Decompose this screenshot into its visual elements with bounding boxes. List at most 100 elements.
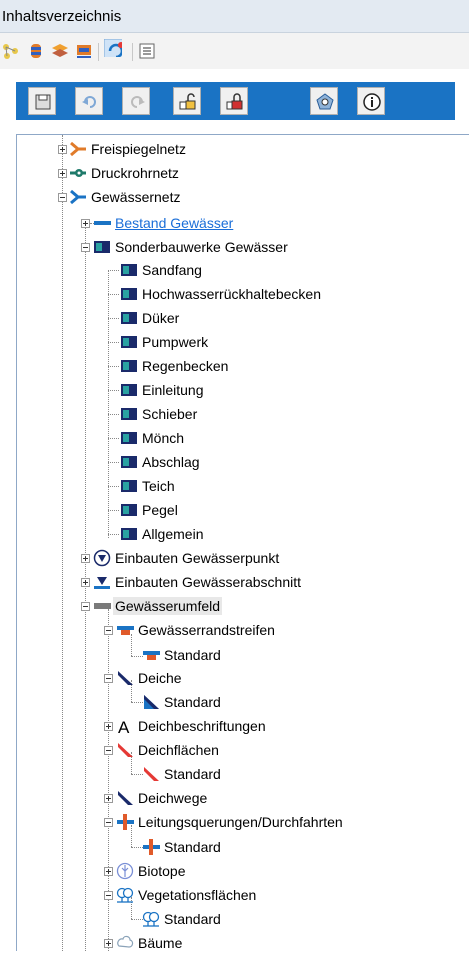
- node-label: Sonderbauwerke Gewässer: [115, 239, 288, 255]
- structure-icon: [121, 264, 137, 276]
- tree-guide-line: [62, 135, 63, 951]
- expander-baeume[interactable]: [104, 939, 113, 948]
- area-gray-icon: [94, 603, 111, 609]
- expander-sonderbauwerke[interactable]: [81, 243, 90, 252]
- panel-header: Inhaltsverzeichnis: [0, 0, 469, 33]
- node-label: Leitungsquerungen/Durchfahrten: [138, 814, 343, 830]
- water-line-icon: [94, 221, 111, 225]
- pressure-pipe-icon: [70, 169, 86, 177]
- check-out-button[interactable]: [173, 87, 201, 115]
- folder-layers-icon[interactable]: [75, 42, 93, 60]
- dike-icon: [144, 695, 159, 709]
- refresh-icon[interactable]: [104, 39, 122, 57]
- layer-tree: Freispiegelnetz Druckrohrnetz Gewässerne…: [16, 134, 469, 951]
- node-label: Gewässerrandstreifen: [138, 622, 275, 638]
- tree-connector: [108, 534, 119, 535]
- redo-button[interactable]: [122, 87, 150, 115]
- info-icon: [363, 93, 381, 111]
- node-label: Düker: [142, 310, 180, 326]
- panel-title: Inhaltsverzeichnis: [2, 8, 122, 25]
- buffer-strip-icon: [143, 651, 160, 660]
- info-button[interactable]: [357, 87, 385, 115]
- layer-toolbar: [0, 33, 469, 69]
- tree-crown-icon: [117, 935, 134, 948]
- structure-icon: [121, 504, 137, 516]
- node-label: Einbauten Gewässerpunkt: [115, 550, 280, 566]
- expander-einbauten-punkt[interactable]: [81, 554, 90, 563]
- check-in-button[interactable]: [220, 87, 248, 115]
- dike-icon: [118, 671, 133, 685]
- list-icon[interactable]: [138, 42, 156, 60]
- node-label: Standard: [164, 647, 221, 663]
- node-label: Deichbeschriftungen: [138, 718, 266, 734]
- node-label: Schieber: [142, 406, 198, 422]
- expander-vegetationsflaechen[interactable]: [104, 891, 113, 900]
- tree-connector: [108, 294, 119, 295]
- expander-gewaessernetz[interactable]: [58, 193, 67, 202]
- structure-icon: [121, 288, 137, 300]
- node-label: Gewässernetz: [91, 189, 181, 205]
- structure-icon: [121, 336, 137, 348]
- structure-icon: [121, 312, 137, 324]
- expander-deiche[interactable]: [104, 674, 113, 683]
- node-label: Deichwege: [138, 790, 208, 806]
- node-label: Bäume: [138, 935, 183, 951]
- buffer-strip-icon: [117, 626, 134, 635]
- node-label: Gewässerumfeld: [113, 597, 223, 615]
- structure-icon: [121, 360, 137, 372]
- section-fixture-icon: [94, 577, 110, 589]
- save-button[interactable]: [28, 87, 56, 115]
- crossing-icon: [117, 814, 134, 830]
- toolbar-separator: [98, 43, 99, 61]
- undo-button[interactable]: [75, 87, 103, 115]
- expander-leitungsquerungen[interactable]: [104, 818, 113, 827]
- database-icon[interactable]: [27, 42, 45, 60]
- expander-randstreifen[interactable]: [104, 626, 113, 635]
- stack-layers-icon[interactable]: [51, 42, 69, 60]
- layers-tree-icon[interactable]: [2, 42, 20, 60]
- node-label: Biotope: [138, 863, 186, 879]
- structure-icon: [121, 528, 137, 540]
- zoom-to-layer-button[interactable]: [310, 87, 338, 115]
- tree-connector: [108, 366, 119, 367]
- structure-icon: [121, 384, 137, 396]
- expander-druckrohrnetz[interactable]: [58, 169, 67, 178]
- node-label: Einleitung: [142, 382, 204, 398]
- expander-einbauten-abschnitt[interactable]: [81, 578, 90, 587]
- node-label: Standard: [164, 839, 221, 855]
- node-label: Allgemein: [142, 526, 204, 542]
- node-label: Abschlag: [142, 454, 200, 470]
- node-label[interactable]: Bestand Gewässer: [115, 214, 233, 232]
- expander-gewaesserumfeld[interactable]: [81, 602, 90, 611]
- point-fixture-icon: [93, 549, 111, 567]
- lock-closed-icon: [226, 93, 243, 110]
- expander-bestand[interactable]: [81, 219, 90, 228]
- expander-freispiegelnetz[interactable]: [58, 145, 67, 154]
- structure-icon: [121, 480, 137, 492]
- node-label: Pegel: [142, 502, 178, 518]
- undo-icon: [82, 96, 96, 108]
- expander-deichbeschriftungen[interactable]: [104, 722, 113, 731]
- node-label: Deichflächen: [138, 742, 219, 758]
- water-network-icon: [70, 189, 86, 205]
- text-label-icon: A: [118, 718, 130, 735]
- structure-icon: [121, 456, 137, 468]
- node-label: Einbauten Gewässerabschnitt: [115, 574, 301, 590]
- expander-deichwege[interactable]: [104, 794, 113, 803]
- expander-biotope[interactable]: [104, 867, 113, 876]
- tree-connector: [108, 342, 119, 343]
- tree-connector: [108, 486, 119, 487]
- node-label: Deiche: [138, 670, 182, 686]
- vegetation-icon: [142, 911, 160, 927]
- main-toolbar: [0, 70, 469, 132]
- freispiegel-line-icon: [70, 141, 86, 157]
- node-label: Vegetationsflächen: [138, 887, 257, 903]
- biotope-icon: [116, 862, 134, 880]
- lock-open-icon: [179, 93, 196, 110]
- node-label: Pumpwerk: [142, 334, 209, 350]
- expander-deichflaechen[interactable]: [104, 746, 113, 755]
- save-icon: [35, 94, 51, 110]
- tree-connector: [108, 510, 119, 511]
- node-label: Standard: [164, 766, 221, 782]
- node-label: Freispiegelnetz: [91, 141, 186, 157]
